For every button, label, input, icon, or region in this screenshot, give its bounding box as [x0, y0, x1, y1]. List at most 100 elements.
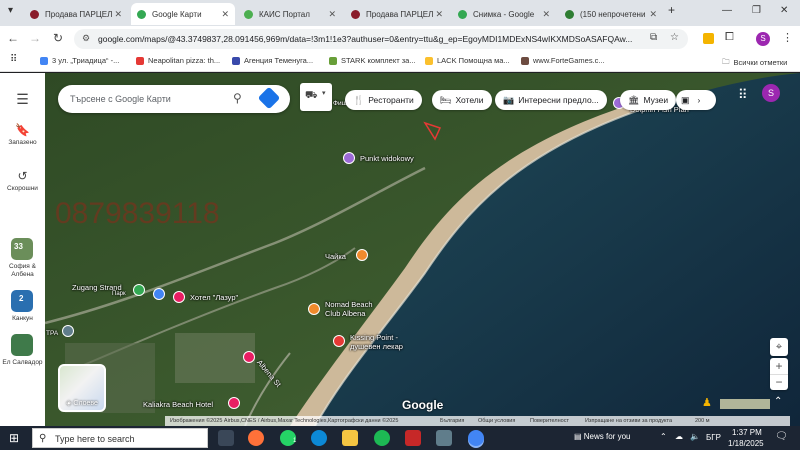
bookmark-item[interactable]: www.ForteGames.c... — [521, 56, 605, 65]
new-tab-button[interactable]: + — [668, 3, 675, 17]
saved-button[interactable]: 🔖 Запазено — [0, 123, 45, 146]
recent-place-cancun[interactable]: 2 — [11, 290, 33, 312]
account-avatar[interactable]: S — [762, 84, 780, 102]
chip-more[interactable]: ▣ › — [676, 90, 716, 110]
clock-time[interactable]: 1:37 PM — [732, 428, 762, 437]
chip-museums[interactable]: 🏛 Музеи — [620, 90, 677, 110]
apps-grid-icon[interactable]: ⠿ — [10, 54, 17, 65]
zoom-out-button[interactable]: − — [770, 374, 788, 390]
close-icon[interactable]: ✕ — [114, 9, 122, 20]
bar-pin-icon[interactable] — [308, 303, 320, 315]
reload-icon[interactable]: ↻ — [50, 31, 66, 45]
poi-label[interactable]: Kaliakra Beach Hotel — [143, 400, 213, 409]
edge-icon[interactable] — [311, 430, 327, 446]
my-location-button[interactable]: ⌖ — [770, 338, 788, 356]
poi-label[interactable]: Kissing Point - душевен лекар — [350, 333, 403, 351]
network-icon[interactable]: ☁ — [675, 432, 683, 441]
bookmark-item[interactable]: Агенция Теменуга... — [232, 56, 313, 65]
chip-restaurants[interactable]: 🍴 Ресторанти — [345, 90, 422, 110]
tab-3[interactable]: Продава ПАРЦЕЛ ✕ — [345, 3, 449, 25]
transit-toggle[interactable]: ⛟ ▾ — [300, 83, 332, 111]
notifications-icon[interactable]: 🗨 — [775, 431, 788, 442]
taskbar-search-input[interactable]: Type here to search — [55, 434, 135, 444]
directions-icon[interactable] — [257, 86, 281, 110]
app-icon[interactable] — [405, 430, 421, 446]
poi-label[interactable]: Nomad Beach Club Albena — [325, 300, 373, 318]
google-apps-icon[interactable]: ⠿ — [738, 87, 748, 103]
bookmark-item[interactable]: STARK комплект за... — [329, 56, 416, 65]
firefox-icon[interactable] — [248, 430, 264, 446]
bookmark-item[interactable]: Neapolitan pizza: th... — [136, 56, 220, 65]
close-window-icon[interactable]: ✕ — [780, 5, 788, 16]
layers-button[interactable]: ◈ Слоеве — [58, 364, 106, 412]
close-icon[interactable]: ✕ — [649, 9, 657, 20]
country-link[interactable]: България — [440, 418, 464, 424]
minimize-icon[interactable]: — — [722, 5, 732, 16]
poi-label[interactable]: Punkt widokowy — [360, 154, 414, 163]
terms-link[interactable]: Общи условия — [478, 418, 515, 424]
privacy-link[interactable]: Поверителност — [530, 418, 569, 424]
poi-pin-icon[interactable] — [62, 325, 74, 337]
chrome-icon[interactable] — [468, 430, 484, 446]
close-icon[interactable]: ✕ — [328, 9, 336, 20]
close-icon[interactable]: ✕ — [542, 9, 550, 20]
extensions-puzzle-icon[interactable]: ⧠ — [725, 31, 734, 44]
profile-avatar[interactable]: S — [756, 32, 770, 46]
search-input[interactable]: Търсене с Google Карти — [70, 94, 171, 104]
satellite-map[interactable]: 0879839118 — [45, 73, 800, 426]
news-widget[interactable]: ▤ News for you — [574, 432, 630, 441]
health-pin-icon[interactable] — [333, 335, 345, 347]
forward-icon[interactable]: → — [27, 31, 43, 45]
imagery-thumbnails[interactable] — [720, 399, 770, 409]
close-icon[interactable]: ✕ — [221, 9, 229, 20]
app-icon[interactable] — [436, 430, 452, 446]
menu-button[interactable]: ☰ — [0, 91, 45, 110]
all-bookmarks-button[interactable]: 🗀 Всички отметки — [722, 56, 787, 69]
tab-5[interactable]: (150 непрочетени ✕ — [559, 3, 663, 25]
install-app-icon[interactable]: ⧉ — [650, 32, 657, 43]
taskbar-search[interactable]: ⚲ Type here to search — [32, 428, 208, 448]
language-indicator[interactable]: БГР — [706, 433, 721, 442]
volume-icon[interactable]: 🔈 — [690, 432, 700, 441]
chip-hotels[interactable]: 🛏 Хотели — [432, 90, 492, 110]
windows-start-icon[interactable]: ⊞ — [9, 431, 19, 445]
task-view-icon[interactable] — [218, 430, 234, 446]
recent-place-sofia-albena[interactable]: 33 — [11, 238, 33, 260]
pegman-icon[interactable]: ♟ — [702, 396, 712, 409]
hotel-pin-icon[interactable] — [228, 397, 240, 409]
tray-chevron-icon[interactable]: ⌃ — [660, 432, 667, 441]
poi-label[interactable]: Хотел "Лазур" — [190, 293, 238, 302]
maximize-icon[interactable]: ❐ — [752, 5, 761, 16]
site-info-icon[interactable]: ⚙ — [82, 33, 90, 44]
close-icon[interactable]: ✕ — [435, 9, 443, 20]
feedback-link[interactable]: Изпращане на отзиви за продукта — [585, 418, 672, 424]
viewpoint-pin-icon[interactable] — [343, 152, 355, 164]
tab-0[interactable]: Продава ПАРЦЕЛ ✕ — [24, 3, 128, 25]
tab-2[interactable]: КАИС Портал ✕ — [238, 3, 342, 25]
poi-label[interactable]: Чайка — [325, 252, 346, 261]
address-bar[interactable]: ⚙ google.com/maps/@43.3749837,28.091456,… — [74, 29, 688, 49]
tab-1[interactable]: Google Карти ✕ — [131, 3, 235, 25]
search-icon[interactable]: ⚲ — [233, 91, 242, 105]
zoom-in-button[interactable]: + — [770, 358, 788, 374]
bookmark-star-icon[interactable]: ☆ — [670, 32, 679, 43]
hotel-pin-icon[interactable] — [243, 351, 255, 363]
clock-date[interactable]: 1/18/2025 — [728, 439, 764, 448]
recent-button[interactable]: ↺ Скорошни — [0, 169, 45, 192]
park-pin-icon[interactable] — [133, 284, 145, 296]
kebab-menu-icon[interactable]: ⋮ — [782, 31, 793, 44]
bookmark-item[interactable]: 3 ул. „Триадица“ -... — [40, 56, 119, 65]
recent-place-el-salvador[interactable] — [11, 334, 33, 356]
extension-icon[interactable] — [703, 33, 714, 44]
file-explorer-icon[interactable] — [342, 430, 358, 446]
spotify-icon[interactable] — [374, 430, 390, 446]
tab-4[interactable]: Снимка - Google ✕ — [452, 3, 556, 25]
back-icon[interactable]: ← — [5, 31, 21, 45]
restaurant-pin-icon[interactable] — [356, 249, 368, 261]
bookmark-item[interactable]: LACK Помощна ма... — [425, 56, 510, 65]
search-box[interactable]: Търсене с Google Карти ⚲ — [58, 85, 290, 113]
parking-pin-icon[interactable] — [153, 288, 165, 300]
hotel-pin-icon[interactable] — [173, 291, 185, 303]
chip-attractions[interactable]: 📷 Интересни предло... — [495, 90, 607, 110]
tab-search-icon[interactable]: ▾ — [8, 5, 13, 16]
